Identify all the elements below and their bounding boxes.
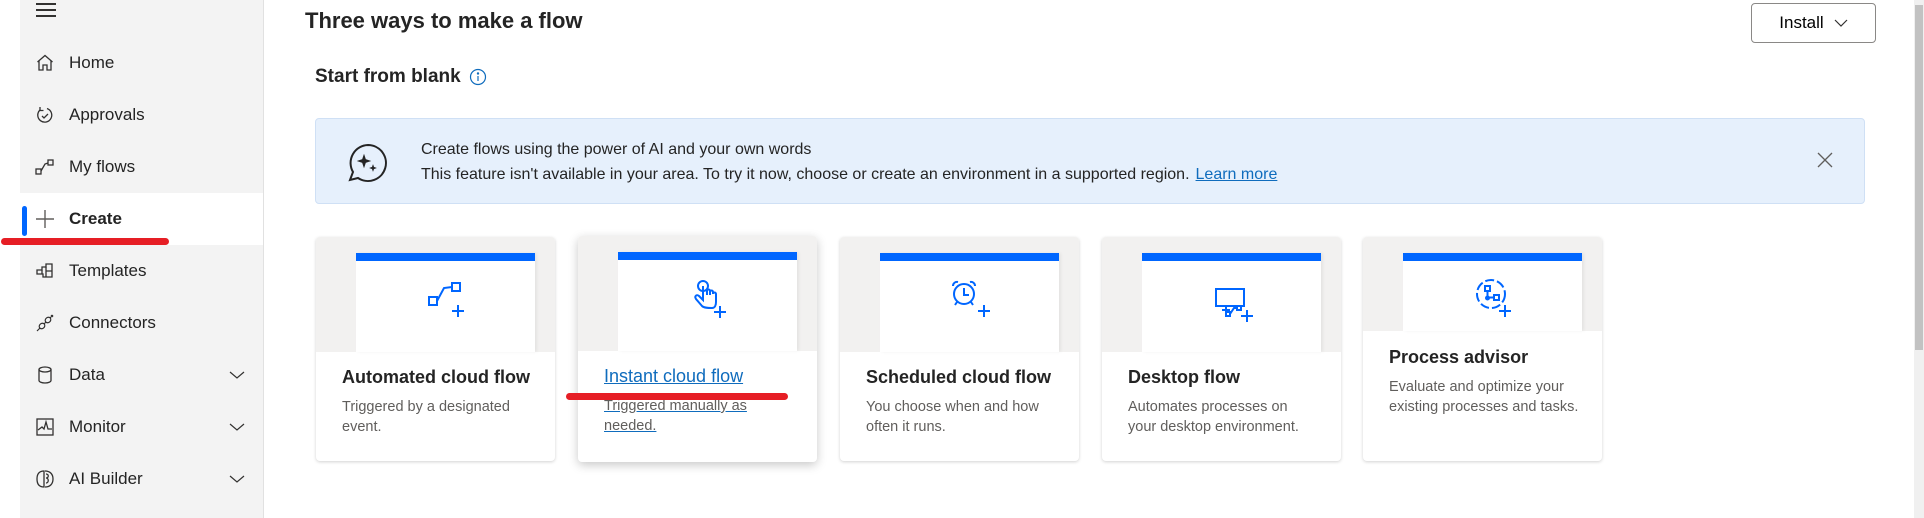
active-indicator [22, 206, 27, 236]
sidebar-item-home[interactable]: Home [20, 37, 263, 89]
card-accent-bar [1403, 253, 1582, 261]
desktop-flow-icon [1215, 288, 1253, 322]
sidebar-item-ai-builder[interactable]: AI Builder [20, 453, 263, 505]
sidebar-item-approvals[interactable]: Approvals [20, 89, 263, 141]
sidebar-item-label: Templates [69, 261, 147, 280]
annotation-underline-instant [566, 393, 788, 400]
ai-chat-sparkle-icon [348, 143, 387, 182]
card-title: Desktop flow [1128, 367, 1241, 387]
card-preview [1363, 237, 1602, 331]
sidebar-item-my-flows[interactable]: My flows [20, 141, 263, 193]
sidebar-item-templates[interactable]: Templates [20, 245, 263, 297]
database-icon [34, 364, 56, 386]
brain-icon [34, 468, 56, 490]
sidebar-item-label: Connectors [69, 313, 156, 332]
chevron-down-icon[interactable] [228, 470, 246, 488]
ai-banner: Create flows using the power of AI and y… [315, 118, 1865, 204]
card-frame [618, 252, 797, 351]
card-description: Triggered by a designated event. [342, 399, 510, 435]
templates-icon [34, 260, 56, 282]
plus-icon [34, 208, 56, 230]
process-advisor-icon [1476, 279, 1511, 317]
section-title-text: Start from blank [315, 66, 461, 87]
card-title: Instant cloud flow [604, 366, 744, 386]
card-preview [1102, 237, 1341, 352]
install-label: Install [1779, 13, 1824, 32]
card-frame [356, 253, 535, 352]
sidebar-item-label: Monitor [69, 417, 126, 436]
info-icon[interactable] [469, 68, 487, 86]
card-frame [1403, 253, 1582, 331]
sidebar-item-label: AI Builder [69, 469, 143, 488]
connectors-icon [34, 312, 56, 334]
card-preview [840, 237, 1079, 352]
sidebar-item-label: Create [69, 209, 122, 228]
approvals-icon [34, 104, 56, 126]
card-preview [316, 237, 555, 352]
sidebar-item-data[interactable]: Data [20, 349, 263, 401]
install-button[interactable]: Install [1751, 3, 1876, 43]
card-accent-bar [356, 253, 535, 261]
card-title: Process advisor [1389, 347, 1529, 367]
card-process-advisor[interactable]: Process advisor Evaluate and optimize yo… [1363, 237, 1602, 461]
card-automated-cloud-flow[interactable]: Automated cloud flow Triggered by a desi… [316, 237, 555, 461]
card-accent-bar [618, 252, 797, 260]
card-frame [880, 253, 1059, 352]
card-description: Evaluate and optimize your existing proc… [1389, 379, 1579, 415]
sidebar-item-monitor[interactable]: Monitor [20, 401, 263, 453]
banner-message: This feature isn't available in your are… [421, 166, 1190, 183]
automated-flow-icon [428, 282, 464, 317]
learn-more-link[interactable]: Learn more [1196, 166, 1278, 183]
page-title: Three ways to make a flow [305, 8, 583, 33]
annotation-underline-create [1, 238, 169, 245]
sidebar-item-label: Home [69, 53, 115, 72]
card-instant-cloud-flow[interactable]: Instant cloud flow Triggered manually as… [578, 236, 817, 462]
sidebar-item-label: Approvals [69, 105, 145, 124]
card-description: Automates processes on your desktop envi… [1128, 399, 1299, 435]
card-accent-bar [880, 253, 1059, 261]
card-desktop-flow[interactable]: Desktop flow Automates processes on your… [1102, 237, 1341, 461]
card-description: Triggered manually as needed. [604, 398, 747, 434]
sidebar: Home Approvals My flows Create Templates [20, 0, 264, 518]
chevron-down-icon [1834, 19, 1848, 27]
sidebar-item-label: Data [69, 365, 105, 384]
hamburger-icon[interactable] [36, 2, 56, 18]
banner-text: This feature isn't available in your are… [421, 166, 1277, 184]
chevron-down-icon[interactable] [228, 418, 246, 436]
card-title: Scheduled cloud flow [866, 367, 1052, 387]
card-title: Automated cloud flow [342, 367, 530, 387]
card-accent-bar [1142, 253, 1321, 261]
left-gutter [0, 0, 20, 518]
alarm-clock-icon [952, 280, 990, 317]
card-frame [1142, 253, 1321, 352]
home-icon [34, 52, 56, 74]
sidebar-item-label: My flows [69, 157, 136, 176]
monitor-icon [34, 416, 56, 438]
banner-title: Create flows using the power of AI and y… [421, 141, 812, 158]
vertical-scrollbar[interactable] [1914, 0, 1924, 518]
my-flows-icon [34, 156, 56, 178]
touch-hand-icon [694, 280, 726, 318]
chevron-down-icon[interactable] [228, 366, 246, 384]
card-description: You choose when and how often it runs. [866, 399, 1039, 435]
card-scheduled-cloud-flow[interactable]: Scheduled cloud flow You choose when and… [840, 237, 1079, 461]
scrollbar-thumb[interactable] [1915, 5, 1923, 350]
sidebar-item-connectors[interactable]: Connectors [20, 297, 263, 349]
close-icon[interactable] [1816, 151, 1834, 169]
main-content: Three ways to make a flow Install Start … [265, 0, 1905, 518]
section-title: Start from blank [315, 66, 487, 88]
card-preview [578, 236, 817, 351]
